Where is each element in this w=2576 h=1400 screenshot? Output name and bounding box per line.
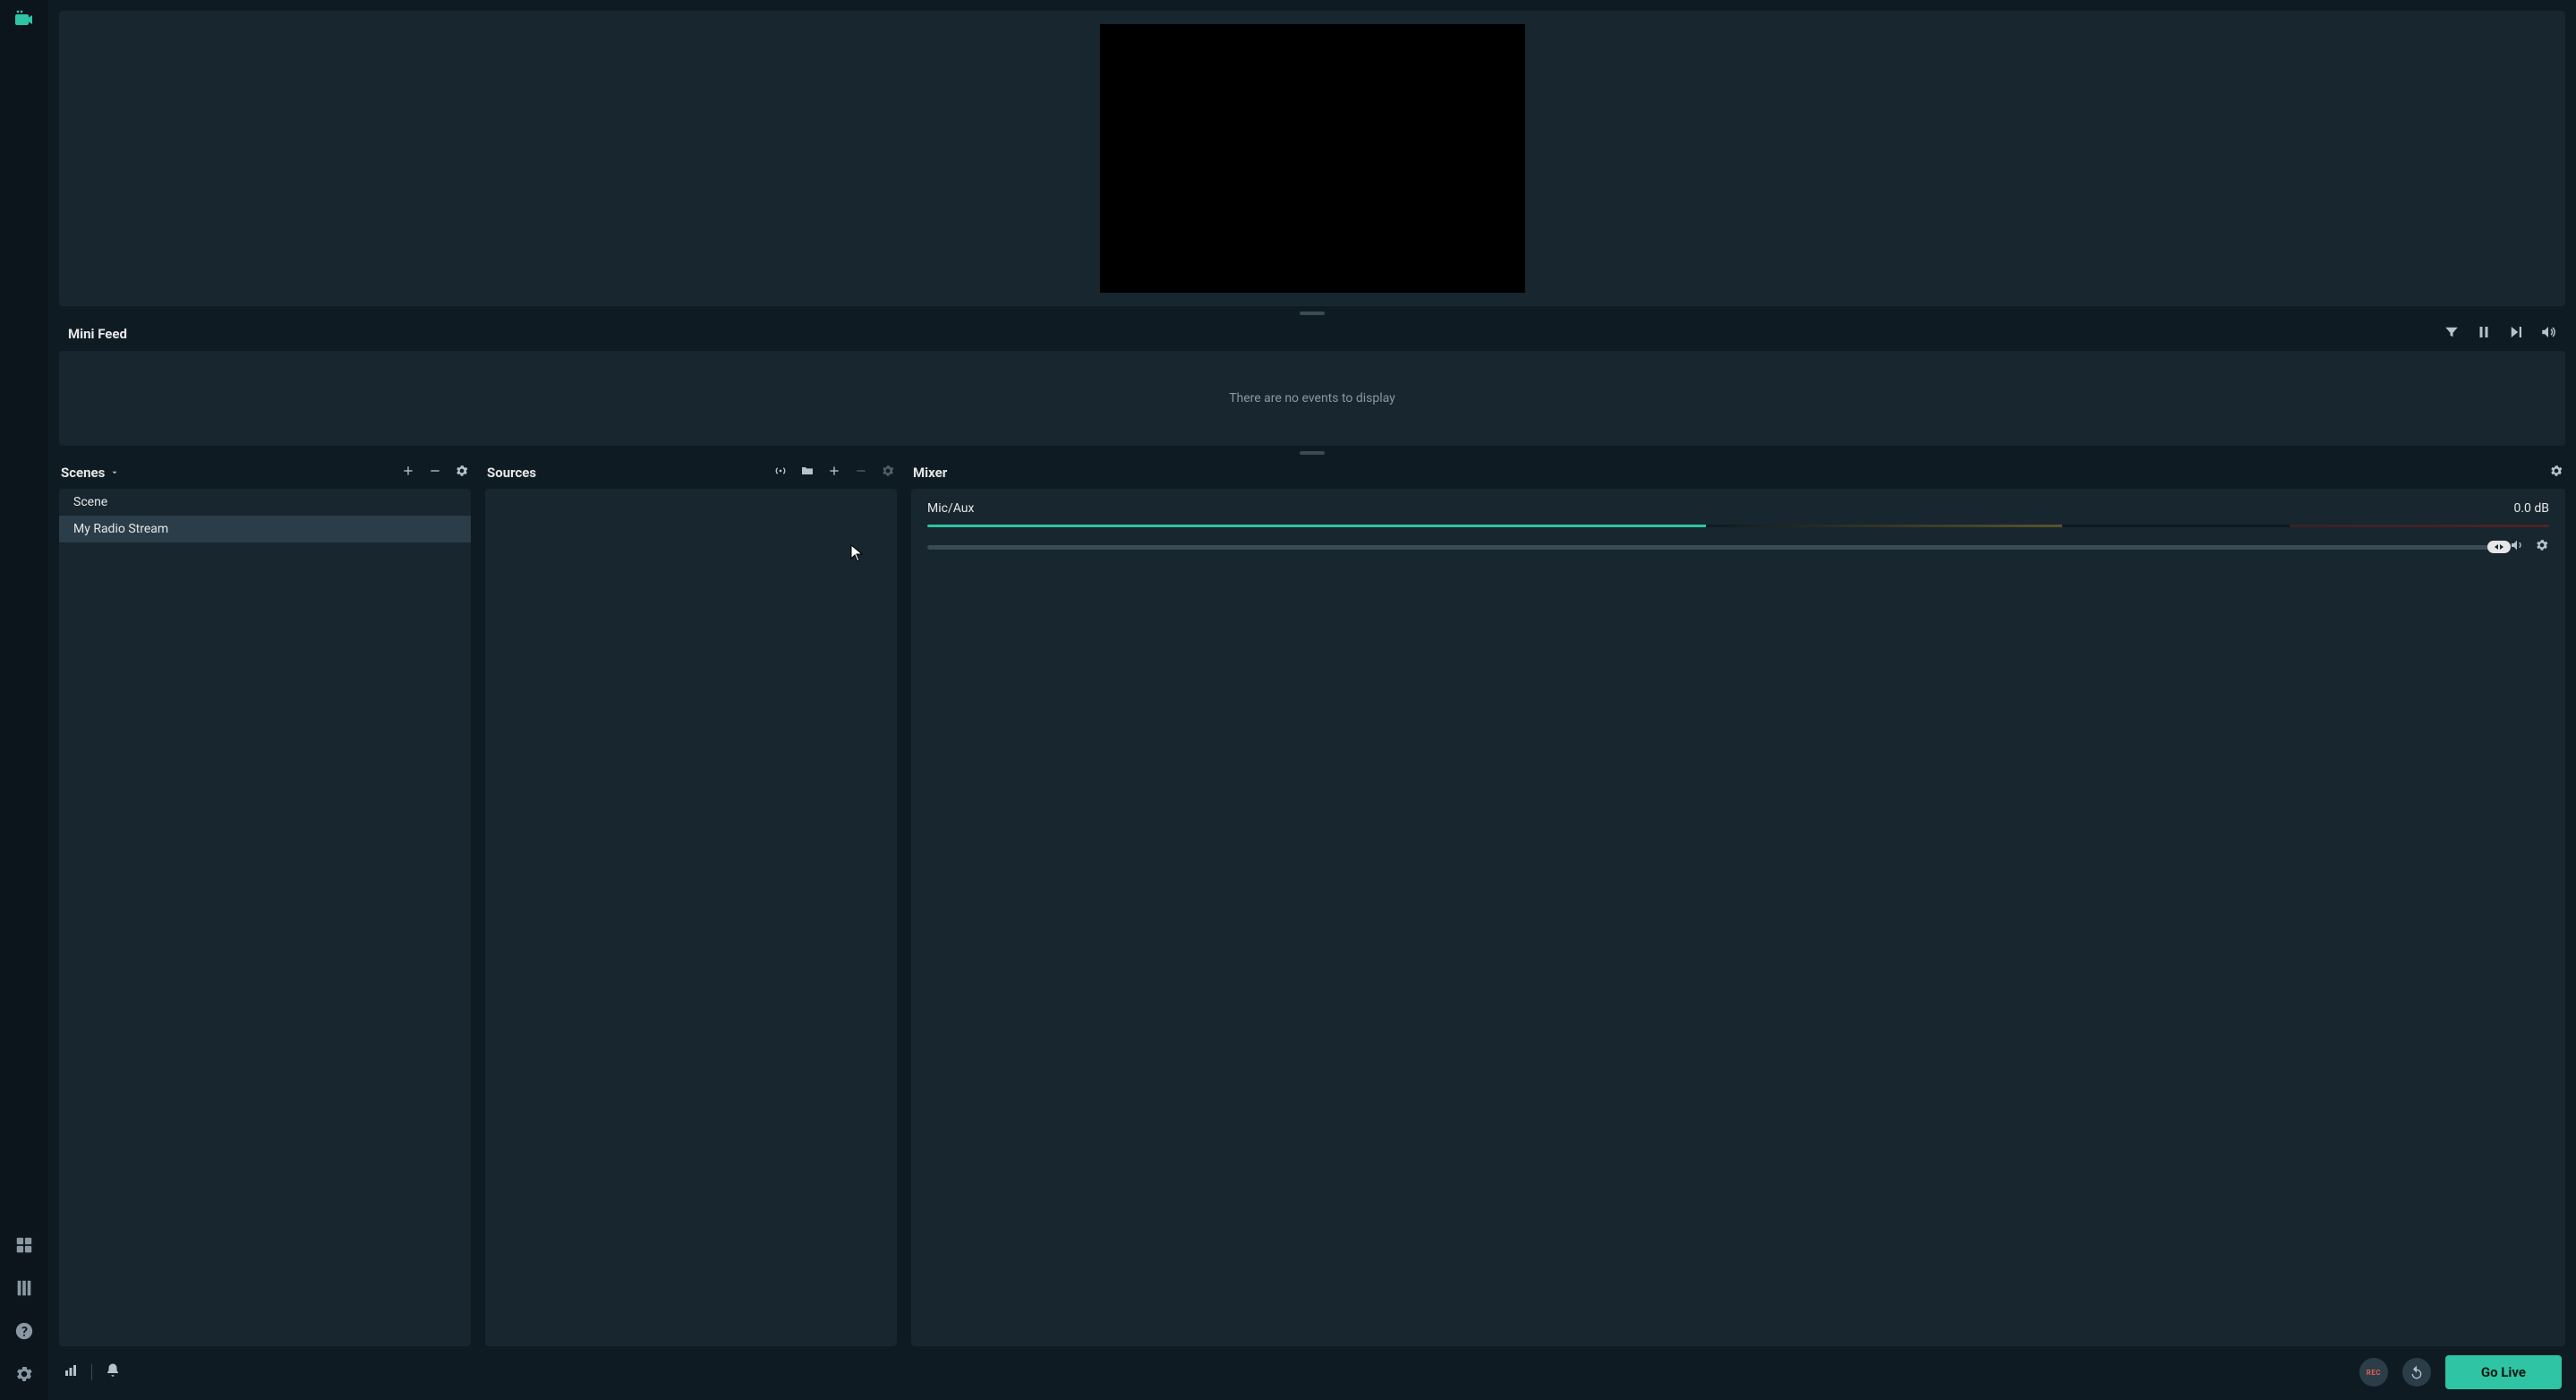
help-icon[interactable]	[14, 1321, 34, 1345]
bell-icon[interactable]	[105, 1362, 121, 1382]
sidebar-top	[13, 9, 35, 34]
drag-handle-top[interactable]	[48, 306, 2576, 320]
mixer-header: Mixer	[911, 460, 2565, 489]
mixer-meter	[927, 525, 2549, 527]
filter-icon[interactable]	[2444, 324, 2460, 344]
sidebar-bottom	[14, 1235, 34, 1387]
scenes-header: Scenes	[59, 460, 471, 489]
sources-header: Sources	[485, 460, 897, 489]
scenes-controls	[401, 464, 469, 482]
preview-area	[59, 11, 2565, 306]
minifeed-empty-text: There are no events to display	[1229, 391, 1395, 405]
stats-icon[interactable]	[63, 1362, 79, 1382]
mixer-volume-slider[interactable]	[927, 545, 2499, 550]
scenes-header-left[interactable]: Scenes	[61, 465, 119, 481]
speaker-icon[interactable]	[2510, 538, 2524, 556]
scene-list: Scene My Radio Stream	[59, 489, 471, 542]
bars-icon[interactable]	[14, 1278, 34, 1302]
mixer-channel-name: Mic/Aux	[927, 501, 974, 516]
sources-panel: Sources	[485, 460, 897, 1346]
minifeed-panel: Mini Feed There are	[59, 320, 2565, 446]
scenes-panel: Scenes	[59, 460, 471, 1346]
meter-green	[927, 525, 1706, 527]
skip-icon[interactable]	[2508, 324, 2524, 344]
mixer-channel-row: Mic/Aux 0.0 dB	[927, 501, 2549, 516]
gear-icon[interactable]	[14, 1364, 34, 1387]
scenes-settings-button[interactable]	[455, 464, 469, 482]
preview-canvas[interactable]	[1100, 24, 1525, 293]
add-scene-button[interactable]	[401, 464, 415, 482]
sources-title: Sources	[487, 465, 536, 481]
undo-button[interactable]	[2402, 1358, 2431, 1387]
scene-item[interactable]: My Radio Stream	[59, 516, 471, 542]
minifeed-controls	[2444, 324, 2556, 344]
mixer-channel-level: 0.0 dB	[2513, 501, 2549, 516]
drag-handle-middle[interactable]	[48, 446, 2576, 460]
footer-right: REC Go Live	[2359, 1355, 2562, 1389]
footer-left	[63, 1362, 121, 1382]
folder-icon[interactable]	[800, 464, 815, 482]
sources-settings-button[interactable]	[881, 464, 895, 482]
record-button[interactable]: REC	[2359, 1358, 2388, 1387]
remove-scene-button[interactable]	[428, 464, 442, 482]
mixer-slider-row	[927, 538, 2549, 556]
remove-source-button[interactable]	[854, 464, 868, 482]
speaker-icon[interactable]	[2540, 324, 2556, 344]
sources-body[interactable]	[485, 489, 897, 1346]
app-root: Mini Feed There are	[0, 0, 2576, 1400]
scenes-body: Scene My Radio Stream	[59, 489, 471, 1346]
mixer-panel: Mixer Mic/Aux 0.0 dB	[911, 460, 2565, 1346]
mixer-body: Mic/Aux 0.0 dB	[911, 489, 2565, 1346]
divider	[91, 1364, 92, 1380]
mixer-settings-button[interactable]	[2549, 464, 2563, 482]
mixer-title: Mixer	[913, 465, 947, 481]
meter-red	[2290, 525, 2549, 527]
minifeed-header: Mini Feed	[59, 320, 2565, 351]
minifeed-title: Mini Feed	[68, 326, 127, 342]
scenes-title: Scenes	[61, 465, 105, 481]
main-area: Mini Feed There are	[48, 0, 2576, 1400]
sidebar	[0, 0, 48, 1400]
panels-row: Scenes	[59, 460, 2565, 1346]
go-live-button[interactable]: Go Live	[2445, 1355, 2562, 1389]
broadcast-icon[interactable]	[773, 464, 788, 482]
pause-icon[interactable]	[2476, 324, 2492, 344]
grid-icon[interactable]	[14, 1235, 34, 1259]
meter-yellow	[1706, 525, 2063, 527]
minifeed-body: There are no events to display	[59, 351, 2565, 446]
footer: REC Go Live	[48, 1346, 2576, 1400]
camera-icon[interactable]	[13, 9, 35, 34]
cursor-icon	[850, 544, 863, 562]
sources-controls	[773, 464, 895, 482]
add-source-button[interactable]	[827, 464, 841, 482]
chevron-down-icon	[110, 468, 119, 477]
channel-settings-button[interactable]	[2535, 538, 2549, 556]
slider-thumb[interactable]	[2487, 541, 2511, 553]
scene-item[interactable]: Scene	[59, 489, 471, 516]
